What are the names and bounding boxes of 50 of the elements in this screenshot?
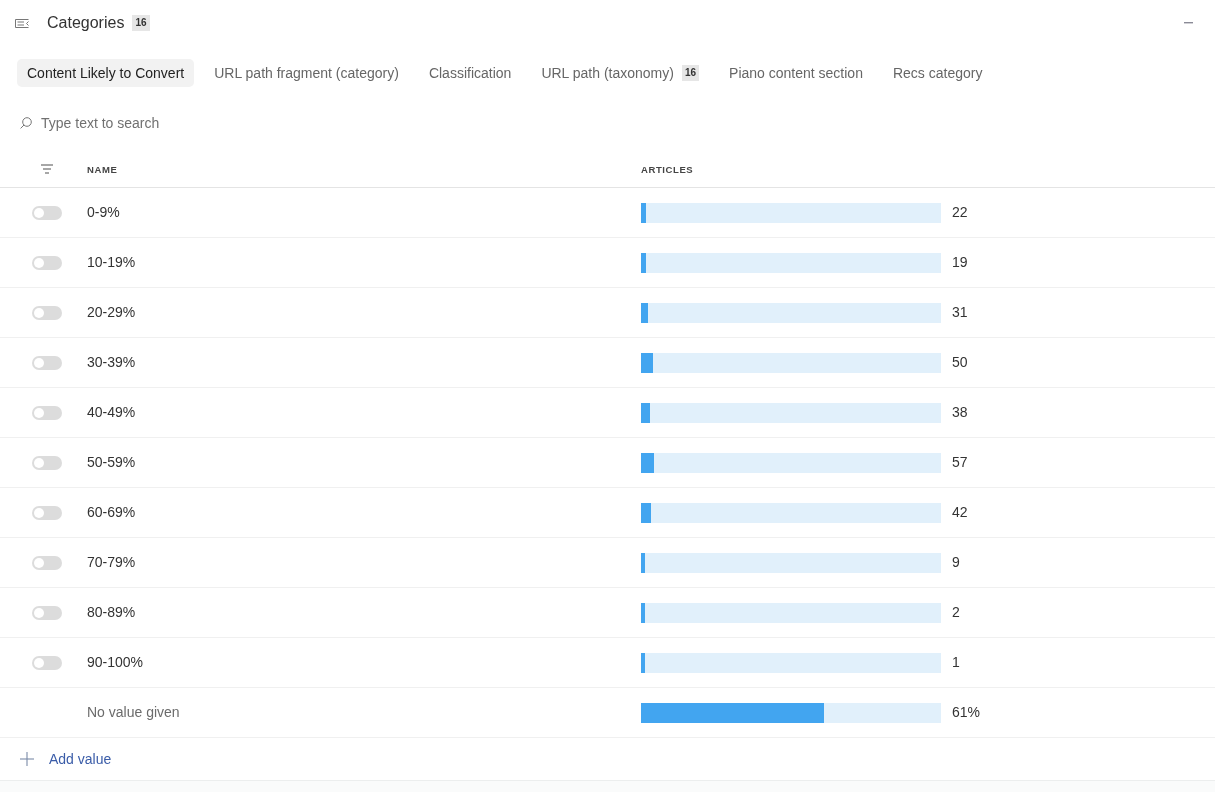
column-header: ARTICLES	[641, 164, 694, 175]
row-name: 40-49%	[87, 404, 136, 420]
minimize-icon[interactable]	[1184, 22, 1193, 24]
article-count: 9	[952, 553, 960, 572]
toggle-switch[interactable]	[32, 355, 62, 370]
toggle-switch[interactable]	[32, 205, 62, 220]
toggle-switch[interactable]	[32, 655, 62, 670]
article-count: 42	[952, 503, 968, 522]
add-value-button[interactable]: Add value	[49, 748, 112, 770]
article-count: 38	[952, 403, 968, 422]
tab[interactable]: Content Likely to Convert	[17, 59, 195, 87]
column-header: NAME	[87, 164, 118, 175]
article-count: 50	[952, 353, 968, 372]
tab[interactable]: Recs category	[882, 59, 993, 87]
search-icon	[20, 117, 32, 129]
row-name: 20-29%	[87, 304, 136, 320]
tab[interactable]: Piano content section	[719, 59, 873, 87]
row-name: 0-9%	[87, 204, 120, 220]
filter-icon[interactable]	[41, 163, 53, 174]
toggle-switch[interactable]	[32, 505, 62, 520]
article-count: 2	[952, 603, 960, 622]
article-count: 1	[952, 653, 960, 672]
toggle-switch[interactable]	[32, 405, 62, 420]
row-name: 10-19%	[87, 254, 136, 270]
row-name: 50-59%	[87, 454, 136, 470]
toggle-switch[interactable]	[32, 605, 62, 620]
toggle-switch[interactable]	[32, 255, 62, 270]
panel-title: Categories	[47, 13, 125, 33]
article-count: 19	[952, 253, 968, 272]
row-name: 70-79%	[87, 554, 136, 570]
article-count: 61%	[952, 703, 981, 722]
toggle-switch[interactable]	[32, 455, 62, 470]
row-name: No value given	[87, 704, 180, 720]
toggle-switch[interactable]	[32, 555, 62, 570]
row-name: 90-100%	[87, 654, 144, 670]
list-icon	[15, 18, 29, 28]
plus-icon	[20, 752, 34, 766]
toggle-switch[interactable]	[32, 305, 62, 320]
article-count: 22	[952, 203, 968, 222]
count-badge: 16	[132, 15, 150, 31]
tab[interactable]: Classification	[418, 59, 522, 87]
row-name: 60-69%	[87, 504, 136, 520]
row-name: 80-89%	[87, 604, 136, 620]
search-field[interactable]: Type text to search	[41, 112, 361, 134]
tab[interactable]: URL path fragment (category)	[204, 59, 409, 87]
article-count: 31	[952, 303, 968, 322]
count-badge: 16	[681, 65, 700, 81]
article-count: 57	[952, 453, 968, 472]
row-name: 30-39%	[87, 354, 136, 370]
tab[interactable]: URL path (taxonomy) 16	[531, 59, 710, 87]
